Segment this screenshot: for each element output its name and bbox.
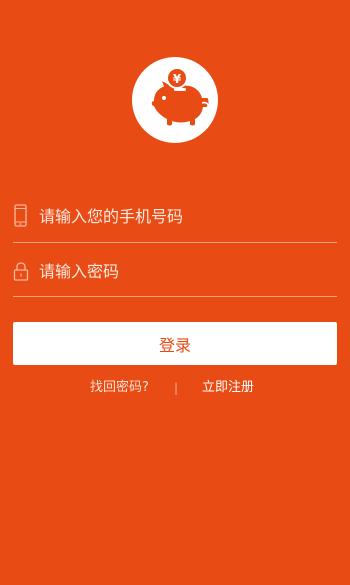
- password-divider: [13, 296, 337, 297]
- link-separator: |: [174, 381, 179, 395]
- piggy-bank-icon: ¥: [151, 67, 209, 126]
- coin-symbol: ¥: [173, 72, 182, 86]
- auth-links: 找回密码? | 立即注册: [0, 378, 350, 398]
- phone-field[interactable]: [13, 199, 337, 233]
- app-logo: ¥: [132, 57, 218, 143]
- register-link[interactable]: 立即注册: [202, 378, 254, 398]
- password-input[interactable]: [39, 254, 329, 288]
- login-screen: ¥ 登录 找回密码? | 立即注册: [0, 0, 350, 585]
- forgot-password-link[interactable]: 找回密码?: [90, 378, 149, 398]
- lock-icon: [13, 259, 29, 283]
- login-button[interactable]: 登录: [13, 322, 337, 365]
- password-field[interactable]: [13, 254, 337, 288]
- phone-divider: [13, 242, 337, 243]
- phone-input[interactable]: [39, 199, 329, 233]
- phone-icon: [13, 204, 29, 228]
